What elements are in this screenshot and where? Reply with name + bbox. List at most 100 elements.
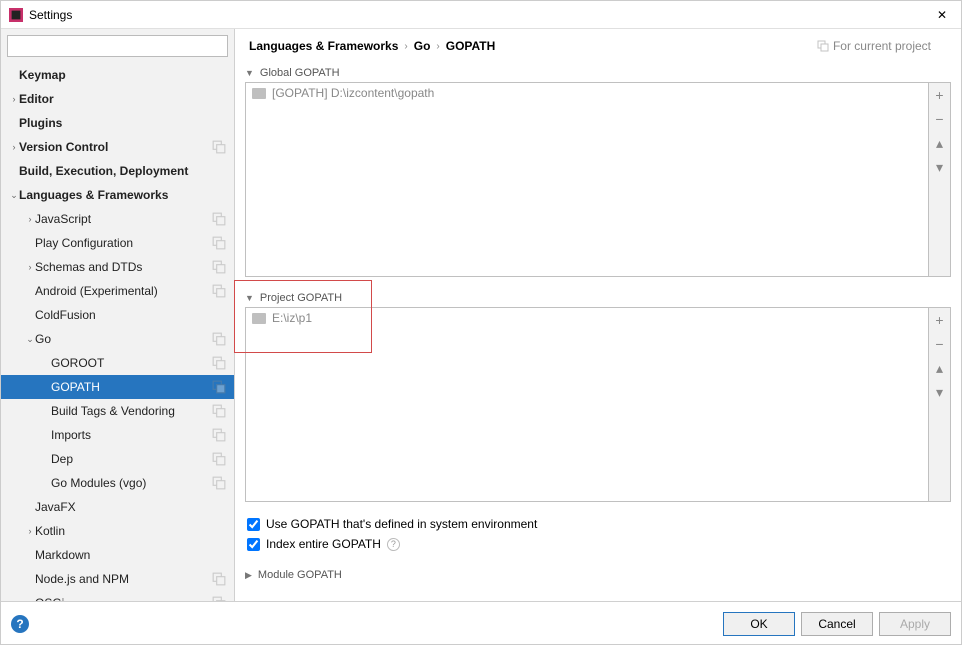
checkbox-label: Use GOPATH that's defined in system envi… xyxy=(266,517,537,531)
tree-item-javafx[interactable]: JavaFX xyxy=(1,495,234,519)
project-gopath-header[interactable]: ▼ Project GOPATH xyxy=(245,289,951,307)
search-container xyxy=(1,29,234,63)
project-gopath-list[interactable]: E:\iz\p1 xyxy=(245,307,929,502)
tree-item-imports[interactable]: Imports xyxy=(1,423,234,447)
tree-item-label: GOROOT xyxy=(51,356,212,370)
project-scope-icon xyxy=(212,428,226,442)
tree-item-label: Editor xyxy=(19,92,234,106)
folder-icon xyxy=(252,313,266,324)
tree-item-label: Markdown xyxy=(35,548,234,562)
checkbox-label: Index entire GOPATH xyxy=(266,537,381,551)
help-button[interactable]: ? xyxy=(11,615,29,633)
tree-item-dep[interactable]: Dep xyxy=(1,447,234,471)
tree-item-label: Android (Experimental) xyxy=(35,284,212,298)
chevron-right-icon: › xyxy=(404,41,407,52)
cancel-button[interactable]: Cancel xyxy=(801,612,873,636)
path-text: [GOPATH] D:\izcontent\gopath xyxy=(272,86,434,100)
settings-tree[interactable]: Keymap›EditorPlugins›Version ControlBuil… xyxy=(1,63,234,601)
move-up-button[interactable]: ▴ xyxy=(929,131,950,155)
module-gopath-header[interactable]: ▶ Module GOPATH xyxy=(245,566,951,584)
breadcrumb: Languages & Frameworks › Go › GOPATH For… xyxy=(245,34,951,64)
tree-item-label: Schemas and DTDs xyxy=(35,260,212,274)
remove-button[interactable]: − xyxy=(929,107,950,131)
global-gopath-list[interactable]: [GOPATH] D:\izcontent\gopath xyxy=(245,82,929,277)
tree-item-kotlin[interactable]: ›Kotlin xyxy=(1,519,234,543)
tree-item-label: Node.js and NPM xyxy=(35,572,212,586)
tree-item-label: Build, Execution, Deployment xyxy=(19,164,234,178)
tree-item-languages-frameworks[interactable]: ⌄Languages & Frameworks xyxy=(1,183,234,207)
tree-item-editor[interactable]: ›Editor xyxy=(1,87,234,111)
tree-item-label: Plugins xyxy=(19,116,234,130)
tree-item-plugins[interactable]: Plugins xyxy=(1,111,234,135)
move-up-button[interactable]: ▴ xyxy=(929,356,950,380)
add-button[interactable]: + xyxy=(929,308,950,332)
project-scope-icon xyxy=(212,596,226,601)
tree-item-javascript[interactable]: ›JavaScript xyxy=(1,207,234,231)
tree-item-go-modules-vgo-[interactable]: Go Modules (vgo) xyxy=(1,471,234,495)
project-scope-icon xyxy=(212,452,226,466)
window-title: Settings xyxy=(29,8,931,22)
tree-item-label: ColdFusion xyxy=(35,308,234,322)
tree-item-version-control[interactable]: ›Version Control xyxy=(1,135,234,159)
close-button[interactable]: ✕ xyxy=(931,6,953,24)
add-button[interactable]: + xyxy=(929,83,950,107)
help-icon[interactable]: ? xyxy=(387,538,400,551)
path-text: E:\iz\p1 xyxy=(272,311,312,325)
chevron-right-icon: › xyxy=(436,41,439,52)
tree-item-node-js-and-npm[interactable]: Node.js and NPM xyxy=(1,567,234,591)
project-scope-icon xyxy=(212,356,226,370)
section-title: Project GOPATH xyxy=(260,292,342,304)
use-system-gopath-checkbox[interactable] xyxy=(247,518,260,531)
tree-item-goroot[interactable]: GOROOT xyxy=(1,351,234,375)
path-entry[interactable]: E:\iz\p1 xyxy=(246,308,928,328)
tree-item-label: Keymap xyxy=(19,68,234,82)
tree-arrow-icon: › xyxy=(9,94,19,104)
search-input[interactable] xyxy=(7,35,228,57)
tree-item-android-experimental-[interactable]: Android (Experimental) xyxy=(1,279,234,303)
tree-item-coldfusion[interactable]: ColdFusion xyxy=(1,303,234,327)
tree-arrow-icon: › xyxy=(9,142,19,152)
project-scope-icon xyxy=(212,140,226,154)
project-scope-icon xyxy=(212,572,226,586)
tree-arrow-icon: › xyxy=(25,262,35,272)
tree-item-label: GOPATH xyxy=(51,380,212,394)
main-panel: Languages & Frameworks › Go › GOPATH For… xyxy=(235,29,961,601)
project-scope-icon xyxy=(212,380,226,394)
global-gopath-header[interactable]: ▼ Global GOPATH xyxy=(245,64,951,82)
index-entire-gopath-checkbox[interactable] xyxy=(247,538,260,551)
tree-item-label: Play Configuration xyxy=(35,236,212,250)
project-list-buttons: + − ▴ ▾ xyxy=(929,307,951,502)
tree-item-play-configuration[interactable]: Play Configuration xyxy=(1,231,234,255)
scope-text: For current project xyxy=(833,39,931,53)
move-down-button[interactable]: ▾ xyxy=(929,380,950,404)
tree-item-label: Languages & Frameworks xyxy=(19,188,234,202)
project-scope-icon xyxy=(212,404,226,418)
section-title: Module GOPATH xyxy=(258,569,342,581)
project-scope-icon xyxy=(212,476,226,490)
sidebar: Keymap›EditorPlugins›Version ControlBuil… xyxy=(1,29,235,601)
tree-item-keymap[interactable]: Keymap xyxy=(1,63,234,87)
folder-icon xyxy=(252,88,266,99)
project-scope-icon xyxy=(212,236,226,250)
tree-item-build-execution-deployment[interactable]: Build, Execution, Deployment xyxy=(1,159,234,183)
tree-item-build-tags-vendoring[interactable]: Build Tags & Vendoring xyxy=(1,399,234,423)
remove-button[interactable]: − xyxy=(929,332,950,356)
tree-item-markdown[interactable]: Markdown xyxy=(1,543,234,567)
move-down-button[interactable]: ▾ xyxy=(929,155,950,179)
tree-arrow-icon: ⌄ xyxy=(25,334,35,345)
apply-button[interactable]: Apply xyxy=(879,612,951,636)
tree-item-schemas-and-dtds[interactable]: ›Schemas and DTDs xyxy=(1,255,234,279)
index-entire-gopath-row: Index entire GOPATH ? xyxy=(245,534,951,554)
path-entry[interactable]: [GOPATH] D:\izcontent\gopath xyxy=(246,83,928,103)
tree-item-go[interactable]: ⌄Go xyxy=(1,327,234,351)
tree-item-osgi[interactable]: OSGi xyxy=(1,591,234,601)
tree-item-label: JavaScript xyxy=(35,212,212,226)
tree-item-label: JavaFX xyxy=(35,500,234,514)
ok-button[interactable]: OK xyxy=(723,612,795,636)
tree-item-label: Go Modules (vgo) xyxy=(51,476,212,490)
tree-item-gopath[interactable]: GOPATH xyxy=(1,375,234,399)
project-scope-icon xyxy=(212,260,226,274)
global-list-buttons: + − ▴ ▾ xyxy=(929,82,951,277)
tree-item-label: OSGi xyxy=(35,596,212,601)
footer: ? OK Cancel Apply xyxy=(1,601,961,645)
